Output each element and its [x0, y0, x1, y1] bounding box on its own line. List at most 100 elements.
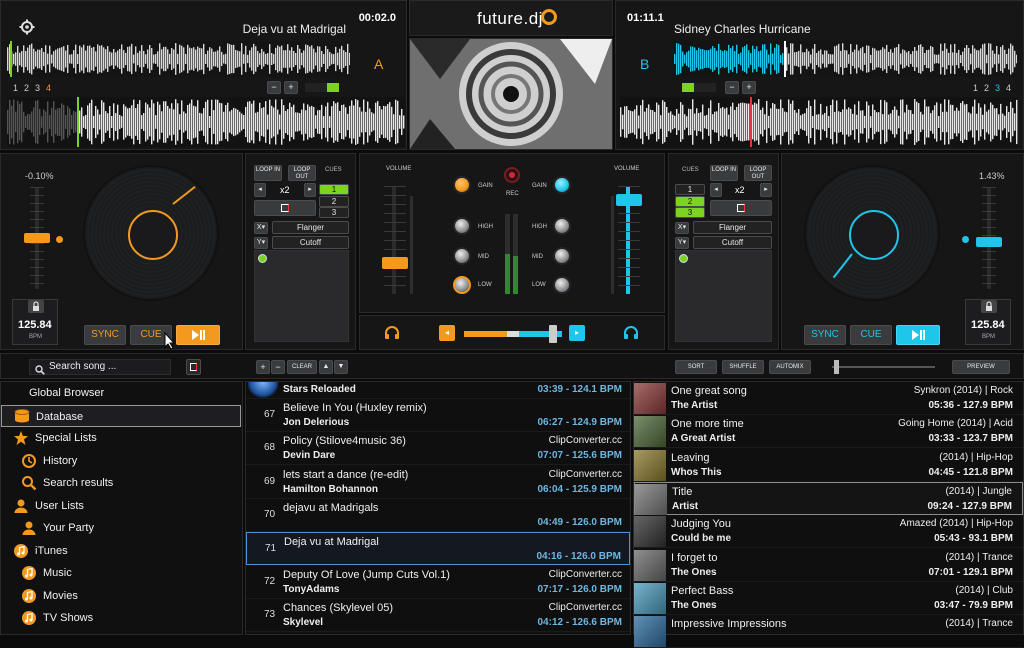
high-b-knob[interactable]	[553, 217, 571, 235]
track-row[interactable]: 67 Believe In You (Huxley remix) Jon Deler…	[246, 399, 630, 432]
track-row[interactable]: 70 dejavu at Madrigals 04:49 - 126.0 BPM	[246, 499, 630, 532]
high-a-knob[interactable]	[453, 217, 471, 235]
search-clear-box-button[interactable]	[186, 359, 201, 375]
search-box[interactable]: Search song ...	[29, 359, 171, 375]
tree-item[interactable]: Database	[1, 404, 241, 427]
deck-a-loop-out-button[interactable]: LOOP OUT	[288, 165, 316, 181]
mid-a-knob[interactable]	[453, 247, 471, 265]
suggestion-row[interactable]: One more time A Great Artist Going Home (2…	[634, 415, 1023, 449]
deck-b-cue-button[interactable]: CUE	[850, 325, 892, 345]
deck-b-cue-1[interactable]: 1	[675, 184, 705, 195]
deck-a-fx-y-select[interactable]: Y▾	[254, 237, 268, 249]
deck-a-fx-x-select[interactable]: X▾	[254, 222, 268, 234]
mixer-volume-a-handle[interactable]	[382, 257, 408, 269]
settings-gear-icon[interactable]	[19, 19, 35, 35]
tree-item[interactable]: TV Shows	[1, 607, 241, 629]
tree-item[interactable]: Global Browser	[1, 382, 241, 404]
deck-b-pitch-handle[interactable]	[976, 237, 1002, 247]
deck-b-loop-size-left[interactable]: ◂	[710, 183, 722, 197]
automix-button[interactable]: AUTOMIX	[769, 360, 811, 374]
beat-mark[interactable]: 1	[13, 83, 18, 93]
crossfader[interactable]	[464, 325, 562, 343]
beat-mark[interactable]: 1	[973, 83, 978, 93]
deck-a-cue-2[interactable]: 2	[319, 196, 349, 207]
deck-b-loop-toggle[interactable]	[710, 200, 772, 216]
deck-a-pitch-handle[interactable]	[24, 233, 50, 243]
headphone-b-icon[interactable]	[623, 326, 639, 345]
deck-b-loop-in-button[interactable]: LOOP IN	[710, 165, 738, 181]
tree-item[interactable]: History	[1, 450, 241, 472]
deck-b-jog-wheel[interactable]	[804, 165, 940, 301]
shuffle-button[interactable]: SHUFFLE	[722, 360, 764, 374]
preview-volume-handle[interactable]	[834, 360, 839, 374]
deck-b-play-button[interactable]	[896, 325, 940, 345]
mixer-volume-a-slider[interactable]	[382, 186, 408, 294]
beat-mark[interactable]: 4	[46, 83, 51, 93]
deck-b-sync-button[interactable]: SYNC	[804, 325, 846, 345]
deck-a-fx2[interactable]: Cutoff	[272, 236, 349, 249]
deck-a-cue-1[interactable]: 1	[319, 184, 349, 195]
tree-item[interactable]: Your Party	[1, 517, 241, 539]
beat-mark[interactable]: 2	[984, 83, 989, 93]
deck-a-jog-wheel[interactable]	[83, 165, 219, 301]
track-row[interactable]: 73 Chances (Skylevel 05) Skylevel ClipConve…	[246, 599, 630, 632]
deck-b-zoomed-waveform[interactable]	[620, 97, 1018, 147]
tree-item[interactable]: Special Lists	[1, 427, 241, 449]
suggestion-row[interactable]: I forget to The Ones (2014) | Trance 07:01 …	[634, 549, 1023, 582]
deck-b-loop-size-right[interactable]: ▸	[760, 183, 772, 197]
track-row[interactable]: 68 Policy (Stilove4music 36) Devin Dare Cli…	[246, 432, 630, 466]
tree-item[interactable]: iTunes	[1, 540, 241, 562]
move-down-button[interactable]: ▼	[334, 360, 348, 374]
preview-button[interactable]: PREVIEW	[952, 360, 1010, 374]
track-row[interactable]: 69 lets start a dance (re-edit) Hamilton B…	[246, 466, 630, 499]
deck-a-loop-size-right[interactable]: ▸	[304, 183, 316, 197]
deck-a-loop-in-button[interactable]: LOOP IN	[254, 165, 282, 181]
track-row[interactable]: 71 Deja vu at Madrigal 04:16 - 126.0 BPM	[246, 532, 630, 566]
beat-mark[interactable]: 4	[1006, 83, 1011, 93]
suggestion-row[interactable]: Title Artist (2014) | Jungle 09:24 - 127.9 …	[634, 481, 1023, 515]
mid-b-knob[interactable]	[553, 247, 571, 265]
tree-item[interactable]: Movies	[1, 585, 241, 607]
gain-a-knob[interactable]	[453, 176, 471, 194]
deck-b-cue-3[interactable]: 3	[675, 207, 705, 218]
move-up-button[interactable]: ▲	[319, 360, 333, 374]
deck-a-xy-cursor[interactable]	[258, 254, 267, 263]
deck-a-cue-3[interactable]: 3	[319, 207, 349, 218]
suggestion-row[interactable]: One great song The Artist Synkron (2014) |…	[634, 382, 1023, 415]
crossfader-right-button[interactable]: ▸	[569, 325, 585, 341]
deck-a-loop-size-left[interactable]: ◂	[254, 183, 266, 197]
suggestion-row[interactable]: Judging You Could be me Amazed (2014) | Hi…	[634, 515, 1023, 549]
record-button[interactable]	[504, 167, 520, 183]
deck-b-xy-pad[interactable]	[675, 250, 772, 342]
list-add-button[interactable]: +	[256, 360, 270, 374]
deck-b-loop-out-button[interactable]: LOOP OUT	[744, 165, 772, 181]
preview-volume-slider[interactable]	[832, 360, 935, 374]
suggestion-row[interactable]: Leaving Whos This (2014) | Hip-Hop 04:45 - …	[634, 449, 1023, 482]
deck-b-fx1[interactable]: Flanger	[693, 221, 772, 234]
deck-a-play-button[interactable]	[176, 325, 220, 345]
deck-b-xy-cursor[interactable]	[679, 254, 688, 263]
deck-a-lock-icon[interactable]	[28, 300, 44, 313]
track-row[interactable]: Stars Reloaded 03:39 - 124.1 BPM	[246, 382, 630, 399]
beat-mark[interactable]: 3	[995, 83, 1000, 93]
suggestion-row[interactable]: Perfect Bass The Ones (2014) | Club 03:47 -…	[634, 582, 1023, 615]
tree-item[interactable]: Search results	[1, 472, 241, 494]
deck-a-pitch-slider[interactable]	[24, 187, 50, 289]
deck-b-lock-icon[interactable]	[981, 300, 997, 313]
deck-a-sync-button[interactable]: SYNC	[84, 325, 126, 345]
deck-a-zoomed-waveform[interactable]	[7, 97, 405, 147]
deck-a-xy-pad[interactable]	[254, 250, 349, 342]
deck-a-loop-toggle[interactable]	[254, 200, 316, 216]
suggestion-row[interactable]: Impressive Impressions (2014) | Trance	[634, 615, 1023, 648]
deck-a-overview-waveform[interactable]	[7, 41, 350, 77]
deck-a-zoom-out-button[interactable]: −	[267, 81, 281, 94]
deck-b-fx-y-select[interactable]: Y▾	[675, 237, 689, 249]
list-clear-button[interactable]: CLEAR	[287, 360, 317, 374]
gain-b-knob[interactable]	[553, 176, 571, 194]
deck-b-overview-waveform[interactable]	[674, 41, 1017, 77]
headphone-a-icon[interactable]	[384, 326, 400, 345]
deck-b-cue-2[interactable]: 2	[675, 196, 705, 207]
mixer-volume-b-slider[interactable]	[616, 186, 642, 294]
deck-b-zoom-out-button[interactable]: −	[725, 81, 739, 94]
tree-item[interactable]: Music	[1, 562, 241, 584]
